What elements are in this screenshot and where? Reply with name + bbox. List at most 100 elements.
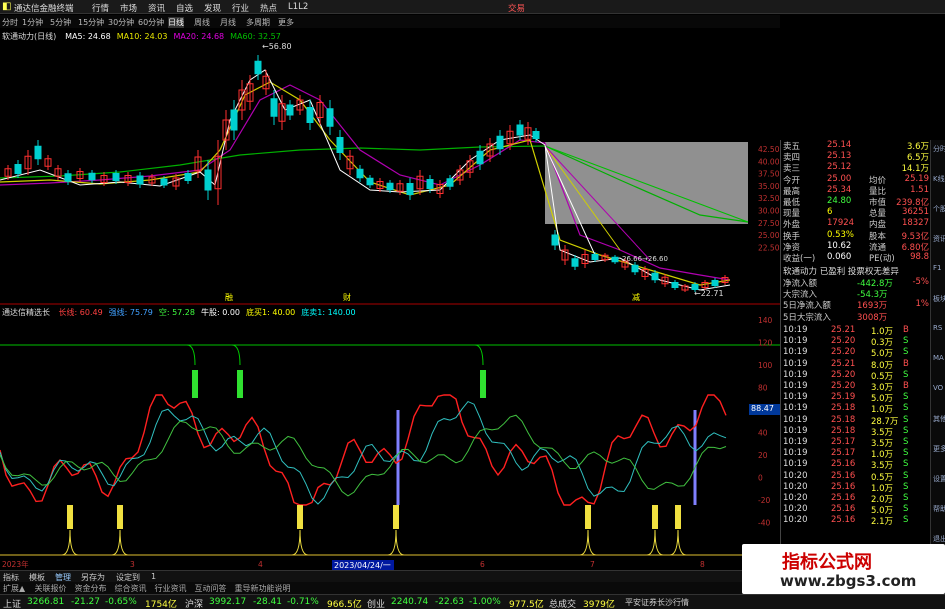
tick-price: 25.19	[831, 392, 856, 403]
tick-row: 10:19 25.20 0.5万 S	[783, 369, 929, 382]
app-window: ◧ 通达信金融终端 行情 市场 资讯 自选 发现 行业 热点 L1L2 交易 分时 1分钟 5分钟…	[0, 0, 945, 609]
tick-time: 10:19	[783, 369, 808, 380]
price-axis-label: 25.00	[758, 231, 780, 240]
feature-link[interactable]: 行业资讯	[155, 583, 187, 594]
candle-body	[611, 256, 619, 263]
indicator-param: 底买1: 40.00	[246, 308, 296, 317]
index-name[interactable]: 创业	[367, 597, 385, 609]
tick-price: 25.20	[831, 369, 856, 380]
total-value: 3979亿	[583, 600, 615, 609]
candle-body	[230, 109, 238, 131]
sidebar-item[interactable]: 资讯	[933, 234, 945, 244]
tick-time: 10:19	[783, 437, 808, 447]
index-amount: 977.5亿	[509, 600, 544, 609]
tick-time: 10:19	[783, 414, 808, 425]
bottom-tab[interactable]: 1	[151, 572, 156, 581]
sidebar-item[interactable]: 板块	[933, 294, 945, 304]
quote-row: 现量 6 总量 36251	[783, 207, 929, 219]
candle-body	[306, 107, 314, 123]
sidebar-item[interactable]: 分时	[933, 144, 945, 154]
flow-value: -442.8万	[857, 279, 893, 289]
price-axis-label: 30.00	[758, 207, 780, 216]
quote-value: 24.80	[827, 196, 852, 206]
candle-body	[160, 178, 168, 186]
quote-value: 6	[827, 207, 833, 218]
feature-link[interactable]: 互动问答	[195, 583, 227, 594]
sidebar-item[interactable]: 设置	[933, 474, 945, 484]
quote-label: 卖四	[783, 153, 801, 164]
price-axis-label: 27.50	[758, 219, 780, 228]
sidebar-item[interactable]: 其他	[933, 414, 945, 424]
tick-qty: 1.0万	[871, 405, 894, 416]
quote-value2: 98.8	[910, 252, 929, 262]
flow-label: 5日大宗流入	[783, 312, 831, 323]
indicator-axis-label: -40	[758, 519, 770, 528]
sidebar-item[interactable]: K线	[933, 174, 945, 184]
quote-extra: 软通动力 已盈利 投票权无差异	[783, 267, 899, 277]
sidebar-item[interactable]: 更多	[933, 444, 945, 454]
flow-pct: -5%	[912, 277, 929, 287]
sidebar-item[interactable]: VO	[933, 384, 943, 392]
tick-row: 10:19 25.19 5.0万 S	[783, 392, 929, 404]
cursor-value: 88.47	[749, 404, 780, 415]
index-pct: -0.71%	[287, 597, 319, 607]
tick-price: 25.16	[831, 481, 856, 492]
event-marker: 减	[632, 292, 640, 302]
index-name[interactable]: 沪深	[185, 597, 203, 609]
watermark-title: 指标公式网	[782, 552, 872, 573]
index-change: -28.41	[253, 597, 283, 607]
sidebar-item[interactable]: 帮助	[933, 504, 945, 514]
candle-body	[356, 168, 364, 179]
feature-link[interactable]: 扩展▲	[3, 583, 25, 594]
tick-qty: 2.0万	[871, 495, 894, 505]
price-axis-label: 35.00	[758, 182, 780, 191]
tick-price: 25.16	[831, 504, 856, 515]
buy-signal-curve	[669, 529, 687, 556]
quote-value: 25.13	[827, 151, 852, 162]
feature-link[interactable]: 资金分布	[75, 583, 107, 594]
date-axis-label: 3	[130, 560, 135, 569]
tick-dir: B	[903, 358, 909, 369]
flow-row: 大宗流入 -54.3万	[783, 288, 929, 300]
event-marker: 财	[343, 292, 351, 302]
sidebar-item[interactable]: 个股	[933, 204, 945, 214]
feature-link[interactable]: 关联报价	[35, 583, 67, 594]
candle-body	[591, 254, 599, 260]
tick-qty: 3.5万	[871, 439, 894, 449]
price-axis-label: 42.50	[758, 145, 780, 154]
indicator-param: 牛股: 0.00	[200, 308, 241, 317]
buy-signal-curve	[387, 529, 405, 556]
indicator-legend: 通达信精选长 长线: 60.49 强线: 75.79 空: 57.28 牛股: 0.0…	[2, 307, 356, 318]
signal-curve	[186, 344, 196, 366]
sidebar-item[interactable]: RS	[933, 324, 942, 332]
candle-body	[34, 145, 42, 160]
tick-time: 10:19	[783, 336, 808, 347]
flow-label: 净流入额	[783, 279, 818, 289]
flow-row: 5日净流入额 1693万 1%	[783, 299, 930, 311]
index-pct: -1.00%	[469, 597, 501, 607]
flow-pct: 1%	[915, 299, 930, 310]
candle-body	[446, 178, 454, 187]
kline-chart[interactable]: 42.50 40.00 37.50 35.00 32.50 30.00 27.50 25.00…	[0, 0, 780, 570]
sidebar-item[interactable]: 退出	[933, 534, 945, 544]
sidebar-item[interactable]: F1	[933, 264, 941, 272]
flow-value: 3008万	[857, 312, 888, 323]
tick-dir: B	[903, 325, 909, 335]
tick-price: 25.17	[831, 448, 856, 459]
tick-qty: 0.3万	[871, 338, 894, 349]
buy-signal-bar	[652, 505, 658, 529]
broker-name: 平安证券长沙行情	[625, 598, 689, 607]
quote-value2: 6.5万	[906, 153, 929, 164]
index-name[interactable]: 上证	[3, 597, 21, 609]
sidebar-item[interactable]: MA	[933, 354, 944, 362]
quote-value2: 1.51	[910, 184, 929, 195]
flow-row: 5日大宗流入 3008万	[783, 311, 929, 323]
date-axis-label: 7	[590, 560, 595, 569]
feature-link[interactable]: 重导新功能说明	[235, 583, 291, 594]
tick-dir: S	[903, 403, 909, 414]
candle-body	[571, 258, 579, 267]
quote-value2: 25.19	[904, 173, 929, 184]
feature-link[interactable]: 综合资讯	[115, 583, 147, 594]
signal-bar	[480, 370, 486, 398]
price-axis-label: 37.50	[758, 170, 780, 179]
